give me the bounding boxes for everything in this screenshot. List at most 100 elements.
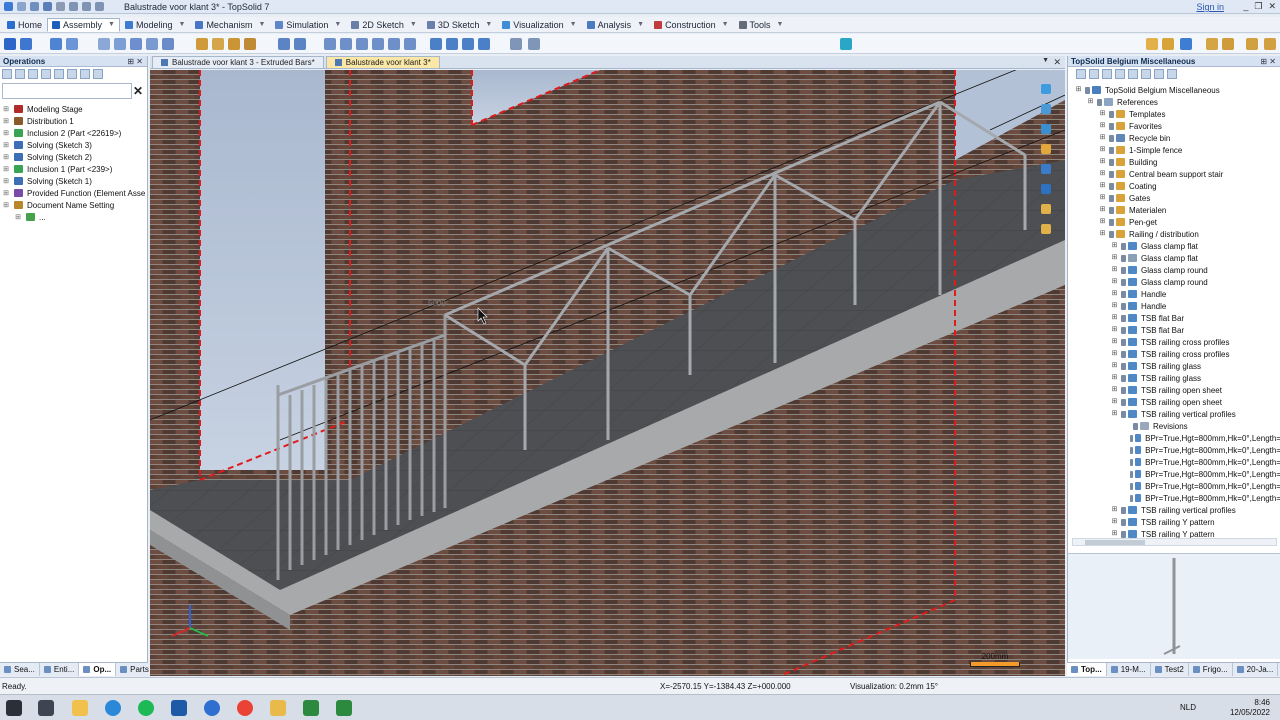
library-item[interactable]: ⊞ TSB railing glass: [1068, 360, 1280, 372]
library-item[interactable]: ⊞ Railing / distribution: [1068, 228, 1280, 240]
explorer-icon[interactable]: [72, 700, 88, 716]
face-icon[interactable]: [212, 38, 224, 50]
refresh-icon[interactable]: [1115, 69, 1125, 79]
library-item[interactable]: ⊞ TSB railing cross profiles: [1068, 348, 1280, 360]
library-item[interactable]: ⊞ Glass clamp round: [1068, 264, 1280, 276]
menu-tab-analysis[interactable]: Analysis ▼: [582, 18, 649, 32]
library-pin-close[interactable]: ⊞ ✕: [1260, 57, 1276, 66]
chevron-down-icon[interactable]: ▼: [334, 21, 341, 28]
expand-icon[interactable]: ⊞: [2, 117, 10, 125]
link-icon[interactable]: [93, 69, 103, 79]
clear-search-icon[interactable]: ✕: [133, 84, 143, 98]
expand-icon[interactable]: ⊞: [1098, 122, 1107, 131]
orbit-icon[interactable]: [1041, 84, 1051, 94]
section-icon[interactable]: [528, 38, 540, 50]
library-item[interactable]: ⊞ TSB flat Bar: [1068, 324, 1280, 336]
menu-tab-mechanism[interactable]: Mechanism ▼: [190, 18, 270, 32]
expand-icon[interactable]: ⊞: [2, 165, 10, 173]
library-item[interactable]: BPr=True,Hgt=800mm,Hk=0°,Length=: [1068, 444, 1280, 456]
operation-item[interactable]: ⊞ Modeling Stage: [0, 103, 147, 115]
3d-viewport[interactable]: 5000 200mm: [150, 70, 1065, 676]
library-icon[interactable]: [1146, 38, 1158, 50]
undo-icon[interactable]: [69, 2, 78, 11]
expand-icon[interactable]: ⊞: [2, 201, 10, 209]
expand-icon[interactable]: ⊞: [2, 141, 10, 149]
options-icon[interactable]: [1246, 38, 1258, 50]
expand-icon[interactable]: ⊞: [2, 177, 10, 185]
left-panel-tab[interactable]: Op...: [79, 663, 117, 676]
close-button[interactable]: ✕: [1268, 1, 1276, 12]
expand-icon[interactable]: ⊞: [1110, 518, 1119, 527]
expand-icon[interactable]: ⊞: [1098, 170, 1107, 179]
expand-icon[interactable]: ⊞: [1110, 350, 1119, 359]
measure-icon[interactable]: [510, 38, 522, 50]
library-item[interactable]: ⊞ Glass clamp flat: [1068, 240, 1280, 252]
library-item[interactable]: BPr=True,Hgt=800mm,Hk=0°,Length=: [1068, 480, 1280, 492]
move-icon[interactable]: [130, 38, 142, 50]
operations-search-input[interactable]: ✕: [2, 83, 143, 99]
library-item[interactable]: ⊞ Pen-get: [1068, 216, 1280, 228]
pattern-icon[interactable]: [162, 38, 174, 50]
expand-icon[interactable]: ⊞: [1098, 218, 1107, 227]
help-icon[interactable]: [1180, 38, 1192, 50]
view-icon[interactable]: [1041, 164, 1051, 174]
chevron-down-icon[interactable]: ▼: [108, 21, 115, 28]
expand-icon[interactable]: ⊞: [1110, 410, 1119, 419]
expand-icon[interactable]: ⊞: [1110, 326, 1119, 335]
library-item[interactable]: ⊞ TSB railing vertical profiles: [1068, 408, 1280, 420]
task-view-icon[interactable]: [38, 700, 54, 716]
operation-item[interactable]: ⊞ Document Name Setting: [0, 199, 147, 211]
expand-icon[interactable]: ⊞: [1110, 506, 1119, 515]
left-panel-tab[interactable]: Parts: [116, 663, 154, 676]
bolt-icon[interactable]: [278, 38, 290, 50]
library-item[interactable]: ⊞ 1-Simple fence: [1068, 144, 1280, 156]
stair-icon[interactable]: [388, 38, 400, 50]
library-item[interactable]: Revisions: [1068, 420, 1280, 432]
menu-tab-construction[interactable]: Construction ▼: [649, 18, 733, 32]
chevron-down-icon[interactable]: ▼: [637, 21, 644, 28]
sign-in-link[interactable]: Sign in: [1196, 2, 1224, 12]
library-item[interactable]: ⊞ Templates: [1068, 108, 1280, 120]
forward-icon[interactable]: [1089, 69, 1099, 79]
operations-pin-close[interactable]: ⊞ ✕: [127, 57, 143, 66]
chrome-icon[interactable]: [237, 700, 253, 716]
library-item[interactable]: BPr=True,Hgt=800mm,Hk=0°,Length=: [1068, 432, 1280, 444]
chevron-down-icon[interactable]: ▼: [410, 21, 417, 28]
document-tab[interactable]: Balustrade voor klant 3 - Extruded Bars*: [152, 56, 324, 68]
expand-icon[interactable]: ⊞: [1074, 86, 1083, 95]
menu-tab-assembly[interactable]: Assembly ▼: [47, 17, 120, 32]
chevron-down-icon[interactable]: ▼: [722, 21, 729, 28]
home-icon[interactable]: [4, 38, 16, 50]
operation-item[interactable]: ⊞ Provided Function (Element Asse: [0, 187, 147, 199]
expand-icon[interactable]: ⊞: [1110, 398, 1119, 407]
chevron-down-icon[interactable]: ▼: [258, 21, 265, 28]
operation-item[interactable]: ⊞ Distribution 1: [0, 115, 147, 127]
menu-tab-tools[interactable]: Tools ▼: [734, 18, 789, 32]
expand-icon[interactable]: [1122, 482, 1128, 491]
expand-icon[interactable]: ⊞: [1098, 194, 1107, 203]
spotify-icon[interactable]: [138, 700, 154, 716]
excel-icon[interactable]: [303, 700, 319, 716]
expand-icon[interactable]: ⊞: [1110, 290, 1119, 299]
operation-item[interactable]: ⊞ Inclusion 2 (Part <22619>): [0, 127, 147, 139]
expand-icon[interactable]: ⊞: [2, 189, 10, 197]
chevron-down-icon[interactable]: ▼: [485, 21, 492, 28]
library-item[interactable]: ⊞ Gates: [1068, 192, 1280, 204]
expand-icon[interactable]: ⊞: [1110, 314, 1119, 323]
profile-icon[interactable]: [324, 38, 336, 50]
axis-icon[interactable]: [244, 38, 256, 50]
expand-icon[interactable]: ⊞: [1110, 254, 1119, 263]
edge-icon[interactable]: [105, 700, 121, 716]
chevron-down-icon[interactable]: ▼: [777, 21, 784, 28]
right-panel-tab[interactable]: Top...: [1067, 663, 1107, 676]
expand-icon[interactable]: ⊞: [1086, 98, 1095, 107]
menu-tab-2d-sketch[interactable]: 2D Sketch ▼: [346, 18, 421, 32]
assembly-icon[interactable]: [50, 38, 62, 50]
library-item[interactable]: ⊞ Coating: [1068, 180, 1280, 192]
settings-icon[interactable]: [1264, 38, 1276, 50]
beam-icon[interactable]: [340, 38, 352, 50]
expand-icon[interactable]: ⊞: [2, 153, 10, 161]
home-icon[interactable]: [1102, 69, 1112, 79]
expand-icon[interactable]: ⊞: [2, 129, 10, 137]
expand-icon[interactable]: [1122, 422, 1131, 431]
